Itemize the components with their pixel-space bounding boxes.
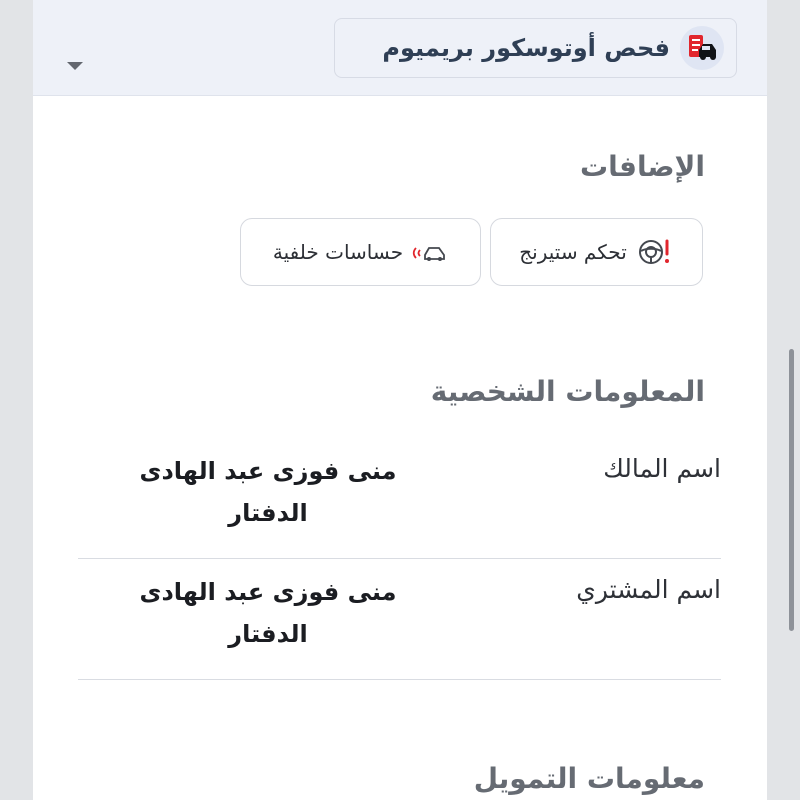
buyer-name-label: اسم المشتري [576, 575, 721, 604]
addons-heading: الإضافات [579, 150, 705, 183]
service-title: فحص أوتوسكور بريميوم [382, 34, 670, 62]
car-report-icon [680, 26, 724, 70]
buyer-name-value: منى فوزى عبد الهادى الدفتار [139, 578, 397, 648]
addon-label: تحكم ستيرنج [519, 240, 627, 264]
rear-sensor-icon [412, 240, 448, 264]
owner-name-row: اسم المالك منى فوزى عبد الهادى الدفتار [78, 436, 721, 559]
owner-name-label: اسم المالك [603, 454, 721, 483]
addon-label: حساسات خلفية [272, 240, 404, 264]
service-details-panel: فحص أوتوسكور بريميوم الإضافات تحكم ستيرن… [33, 0, 767, 800]
personal-info-heading: المعلومات الشخصية [430, 375, 705, 408]
addon-steering-control[interactable]: تحكم ستيرنج [490, 218, 703, 286]
owner-name-value: منى فوزى عبد الهادى الدفتار [139, 457, 397, 527]
service-header[interactable]: فحص أوتوسكور بريميوم [33, 0, 767, 96]
vertical-scrollbar[interactable] [789, 349, 794, 631]
steering-warning-icon [636, 236, 674, 268]
caret-down-icon[interactable] [67, 62, 83, 70]
finance-info-heading: معلومات التمويل [473, 762, 705, 795]
app-screen: فحص أوتوسكور بريميوم الإضافات تحكم ستيرن… [0, 0, 800, 800]
addon-rear-sensors[interactable]: حساسات خلفية [240, 218, 481, 286]
service-selector[interactable]: فحص أوتوسكور بريميوم [334, 18, 737, 78]
buyer-name-row: اسم المشتري منى فوزى عبد الهادى الدفتار [78, 557, 721, 680]
